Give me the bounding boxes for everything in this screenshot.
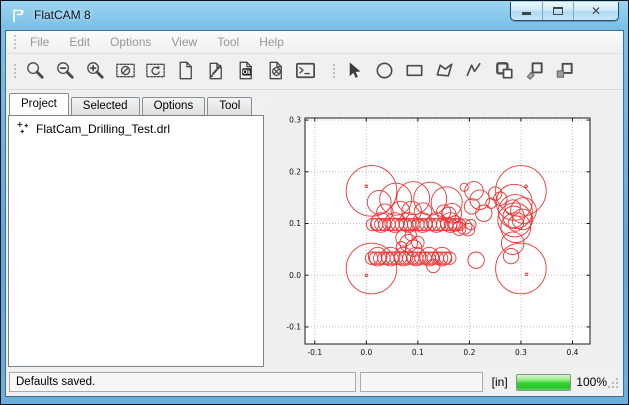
draw-rectangle-icon [403,59,426,85]
drill-points-icon [16,121,29,137]
titlebar: FlatCAM 8 ✕ [1,1,628,29]
polygon-intersection-icon [523,59,546,85]
svg-text:0.3: 0.3 [289,116,301,125]
polygon-union-icon [493,59,516,85]
main-area: ProjectSelectedOptionsTool FlatCam_Drill… [6,91,623,368]
left-panel: ProjectSelectedOptionsTool FlatCam_Drill… [8,93,264,367]
new-project-icon [174,59,197,85]
clear-plot-icon [114,59,137,85]
client-area: FileEditOptionsViewToolHelp Ok ProjectSe… [5,30,624,397]
resize-grip[interactable] [607,376,619,394]
open-project-button[interactable] [200,57,230,87]
svg-text:Ok: Ok [242,69,251,75]
select-tool-button[interactable] [339,57,369,87]
plot-toolbar: Ok [20,57,320,87]
svg-text:0.0: 0.0 [289,271,301,280]
svg-text:0.2: 0.2 [463,348,475,357]
progress-percent-label: 100% [576,375,607,389]
cancel-object-icon [264,59,287,85]
window-controls: ✕ [510,2,619,21]
svg-text:-0.1: -0.1 [286,323,301,332]
new-project-button[interactable] [170,57,200,87]
accept-object-button[interactable]: Ok [230,57,260,87]
units-label: [in] [492,375,508,389]
maximize-icon [553,7,563,15]
close-button[interactable]: ✕ [573,2,618,20]
draw-polyline-icon [463,59,486,85]
menu-edit[interactable]: Edit [59,31,100,53]
svg-text:0.4: 0.4 [567,348,579,357]
draw-polyline-button[interactable] [459,57,489,87]
plot-toolbar-drag-handle[interactable] [13,63,17,80]
polygon-intersection-button[interactable] [519,57,549,87]
replot-icon [144,59,167,85]
svg-text:0.1: 0.1 [289,219,301,228]
progress-fill [517,375,571,390]
accept-object-icon: Ok [234,59,257,85]
menu-items: FileEditOptionsViewToolHelp [20,31,294,53]
zoom-out-icon [54,59,77,85]
tab-options[interactable]: Options [142,97,206,115]
maximize-button[interactable] [542,2,573,20]
shell-button[interactable] [290,57,320,87]
draw-circle-button[interactable] [369,57,399,87]
tab-project[interactable]: Project [9,93,69,115]
zoom-in-button[interactable] [80,57,110,87]
draw-polygon-icon [433,59,456,85]
zoom-fit-icon [24,59,47,85]
progress-bar [516,374,572,391]
draw-polygon-button[interactable] [429,57,459,87]
tab-tool[interactable]: Tool [207,97,252,115]
window-title: FlatCAM 8 [34,8,91,22]
zoom-fit-button[interactable] [20,57,50,87]
tree-item-label: FlatCam_Drilling_Test.drl [36,122,170,136]
status-message: Defaults saved. [9,372,356,392]
geometry-toolbar-drag-handle[interactable] [332,63,336,80]
menubar-drag-handle[interactable] [13,34,17,51]
menu-options[interactable]: Options [100,31,161,53]
minimize-icon [522,12,531,15]
status-secondary-field [360,372,483,392]
toolbar: Ok [6,54,623,90]
flatcam-window: FlatCAM 8 ✕ FileEditOptionsViewToolHelp … [0,0,629,405]
geometry-toolbar [339,57,579,87]
select-tool-icon [343,59,366,85]
menu-help[interactable]: Help [249,31,294,53]
draw-rectangle-button[interactable] [399,57,429,87]
close-icon: ✕ [591,5,601,17]
replot-button[interactable] [140,57,170,87]
svg-text:-0.1: -0.1 [307,348,322,357]
flatcam-logo-icon [10,7,27,24]
tabbar: ProjectSelectedOptionsTool [8,93,264,115]
clear-plot-button[interactable] [110,57,140,87]
polygon-subtraction-icon [553,59,576,85]
plot-canvas[interactable]: -0.1 0.0 0.1 0.2 0.3 0.4 -0.1 0.0 0.1 0.2 0.3 [265,98,623,367]
svg-text:0.3: 0.3 [515,348,527,357]
cancel-object-button[interactable] [260,57,290,87]
menu-tool[interactable]: Tool [207,31,249,53]
open-project-icon [204,59,227,85]
svg-text:0.0: 0.0 [360,348,372,357]
svg-text:0.2: 0.2 [289,167,301,176]
polygon-subtraction-button[interactable] [549,57,579,87]
shell-icon [294,59,317,85]
zoom-out-button[interactable] [50,57,80,87]
menubar: FileEditOptionsViewToolHelp [6,31,623,54]
minimize-button[interactable] [511,2,542,20]
zoom-in-icon [84,59,107,85]
menu-file[interactable]: File [20,31,59,53]
tab-selected[interactable]: Selected [71,97,140,115]
drill-plot[interactable]: -0.1 0.0 0.1 0.2 0.3 0.4 -0.1 0.0 0.1 0.2 0.3 [265,98,624,375]
menu-view[interactable]: View [161,31,207,53]
statusbar: Defaults saved. [in] 100% [6,368,623,396]
project-tree[interactable]: FlatCam_Drilling_Test.drl [8,115,264,367]
polygon-union-button[interactable] [489,57,519,87]
tree-item[interactable]: FlatCam_Drilling_Test.drl [9,116,263,137]
draw-circle-icon [373,59,396,85]
svg-text:0.1: 0.1 [412,348,424,357]
